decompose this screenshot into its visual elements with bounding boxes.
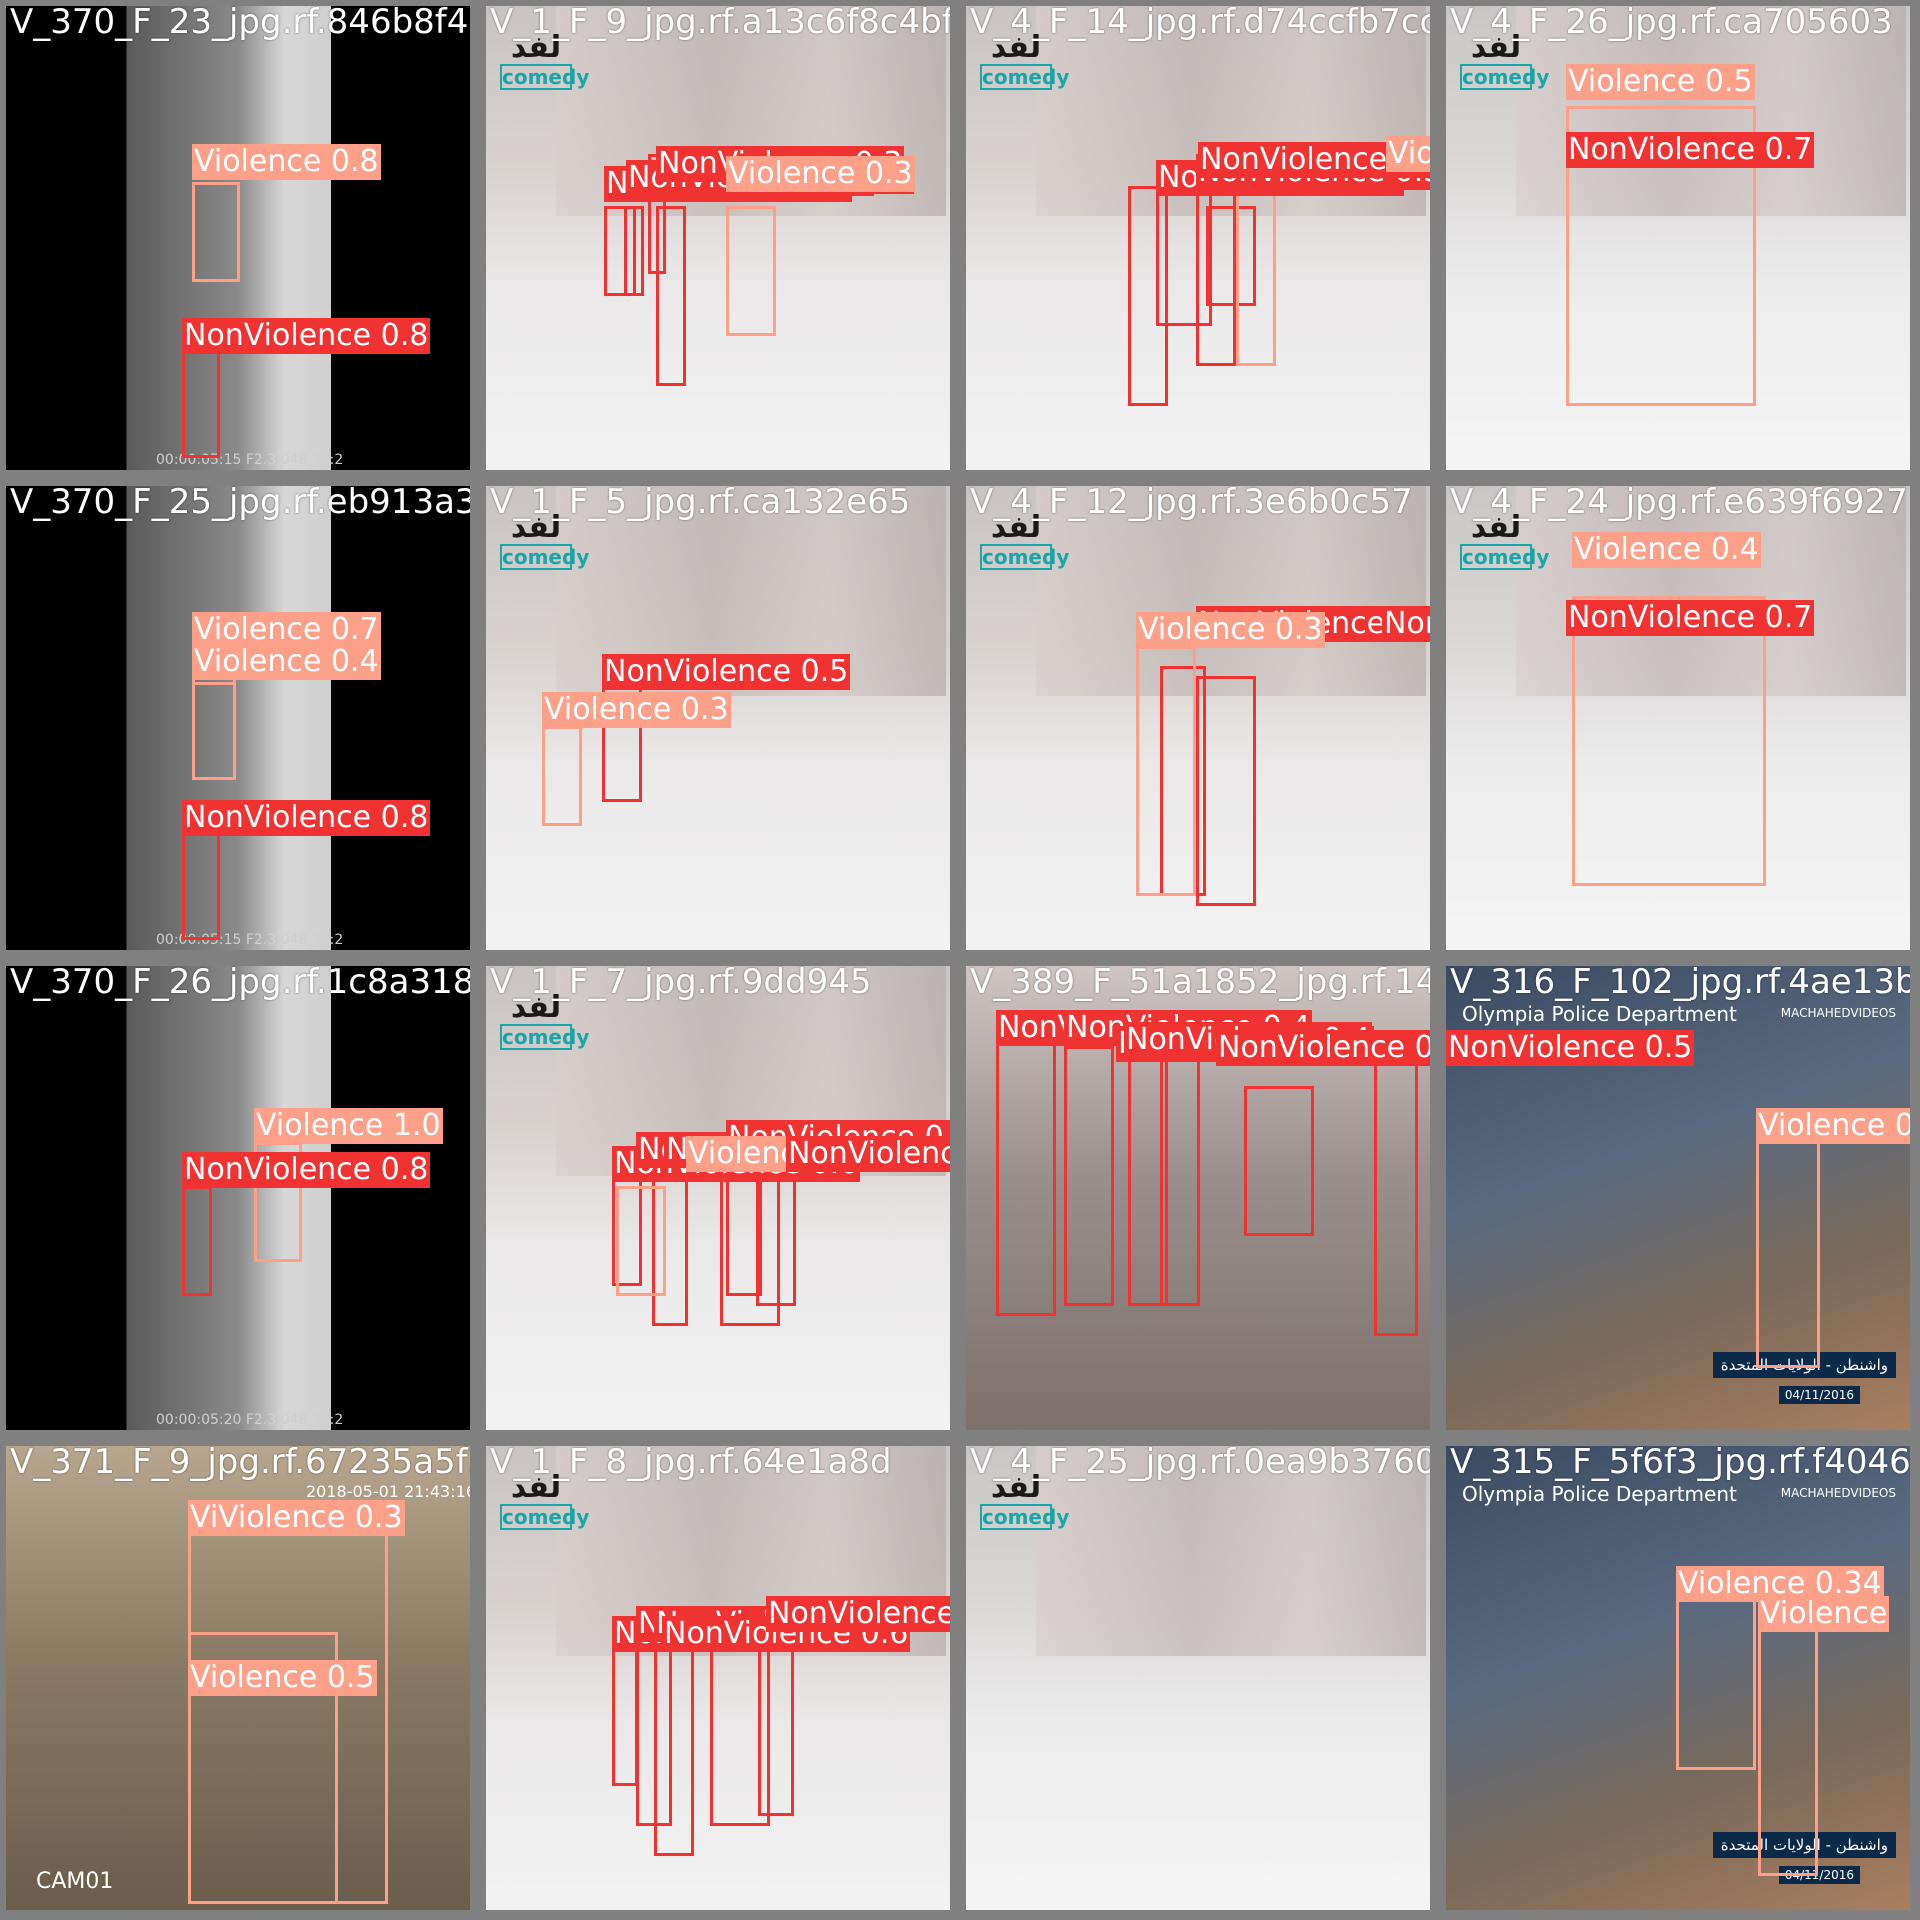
bounding-box xyxy=(1374,1046,1418,1336)
filename-label: V_4_F_25_jpg.rf.0ea9b3760 xyxy=(970,1446,1430,1482)
detection-tile: لفدcomedyNonViolence 0.4NonViolence 0.3N… xyxy=(486,6,950,470)
bounding-box xyxy=(1756,1128,1820,1368)
bounding-box xyxy=(1244,1086,1314,1236)
filename-label: V_315_F_5f6f3_jpg.rf.f4046714 xyxy=(1450,1446,1910,1482)
news-date: 04/11/2016 xyxy=(1778,1386,1860,1404)
detection-label: NonViolence 0.7 xyxy=(1566,132,1815,168)
filename-label: V_1_F_7_jpg.rf.9dd945 xyxy=(490,966,872,1002)
bounding-box xyxy=(1128,186,1168,406)
detection-tile: 00:00:05:15 F2.3 048 15:2 Violence 0.7 Vio… xyxy=(6,486,470,950)
detection-label: NonViolence 0.7 xyxy=(766,1596,950,1632)
bounding-box xyxy=(192,682,236,780)
detection-label: NonViolence 0.8 xyxy=(182,318,431,354)
filename-label: V_1_F_8_jpg.rf.64e1a8d xyxy=(490,1446,892,1482)
detection-label: NonViolence 0.8 xyxy=(182,800,431,836)
filename-label: V_1_F_9_jpg.rf.a13c6f8c4bf7a xyxy=(490,6,950,42)
bounding-box xyxy=(1676,1586,1756,1770)
source-label: Olympia Police Department xyxy=(1462,1002,1737,1026)
source-label: Olympia Police Department xyxy=(1462,1482,1737,1506)
timestamp-overlay: 2018-05-01 21:43:16 xyxy=(306,1482,470,1501)
detection-tile: لفدcomedyNonViolence 0.3NonViolence 0.3V… xyxy=(966,486,1430,950)
detection-label: Violence xyxy=(1758,1596,1890,1632)
detection-tile: لفدcomedyNonViolence 0.6NonViolence 0.7N… xyxy=(486,966,950,1430)
bounding-box xyxy=(1758,1616,1818,1876)
filename-label: V_370_F_25_jpg.rf.eb913a37 xyxy=(10,486,470,522)
filename-label: V_371_F_9_jpg.rf.67235a5f3b xyxy=(10,1446,470,1482)
detection-tile: 00:00:05:15 F2.3 048 15:2 Violence 0.8 Non… xyxy=(6,6,470,470)
bounding-box xyxy=(182,830,220,940)
bounding-box xyxy=(542,726,582,826)
bounding-box xyxy=(996,1026,1056,1316)
detection-label: Violence 0 xyxy=(1756,1108,1910,1144)
bounding-box xyxy=(1160,1046,1200,1306)
detection-tile: لفد comedy NonViolence 0.7 Violence 0.5 V_4_… xyxy=(1446,6,1910,470)
detection-tile: Olympia Police Department MACHAHEDVIDEOS و… xyxy=(1446,1446,1910,1910)
detection-label: Violence 0.7 xyxy=(192,612,381,648)
bounding-box xyxy=(616,1186,666,1296)
filename-label: V_370_F_26_jpg.rf.1c8a318ca xyxy=(10,966,470,1002)
detection-label: NonViolence 0.7 xyxy=(1566,600,1815,636)
bounding-box xyxy=(182,348,220,458)
detection-label: Violence 0.3 xyxy=(1136,612,1325,648)
detection-label: Violence 0.3 xyxy=(726,156,915,192)
filename-label: V_370_F_23_jpg.rf.846b8f47c xyxy=(10,6,470,42)
detection-tile: لفد comedy NonViolence 0.7 Violence 0.4 V_4_… xyxy=(1446,486,1910,950)
detection-tile: NonViolence 0.4NonViolence 0.4NonViolenc… xyxy=(966,966,1430,1430)
filename-label: V_1_F_5_jpg.rf.ca132e65 xyxy=(490,486,911,522)
filename-label: V_389_F_51a1852_jpg.rf.14d5992 xyxy=(970,966,1430,1002)
detection-label: Violence 0.4 xyxy=(1572,532,1761,568)
detection-label: Violence 0.4 xyxy=(192,644,381,680)
detection-label: NonViolence 0.3 xyxy=(1382,606,1430,642)
detection-label: Violence 0.5 xyxy=(1566,64,1755,100)
detection-tile: لفدcomedyNonViolence 0.3NonViolence 0.3N… xyxy=(966,6,1430,470)
bounding-box xyxy=(1064,1046,1114,1306)
detection-label: Violence 0.5 xyxy=(1386,136,1430,172)
bounding-box xyxy=(756,1176,796,1306)
detection-label: Violence 0.3 xyxy=(542,692,731,728)
timestamp-overlay: 00:00:05:20 F2.3 048 15:2 xyxy=(156,1412,344,1428)
filename-label: V_4_F_14_jpg.rf.d74ccfb7cc94 xyxy=(970,6,1430,42)
bounding-box xyxy=(192,182,240,282)
bounding-box xyxy=(1136,646,1196,896)
detection-label: Violence 1.0 xyxy=(254,1108,443,1144)
scene-image xyxy=(6,486,470,950)
detection-tile: لفد comedy V_4_F_25_jpg.rf.0ea9b3760 xyxy=(966,1446,1430,1910)
brand-watermark: MACHAHEDVIDEOS xyxy=(1780,1006,1896,1020)
bounding-box xyxy=(758,1646,794,1816)
detection-tile: Olympia Police Department MACHAHEDVIDEOS و… xyxy=(1446,966,1910,1430)
detection-label: NonViolence 0.8 xyxy=(182,1152,431,1188)
detection-tile: 00:00:05:20 F2.3 048 15:2 Violence 1.0 Non… xyxy=(6,966,470,1430)
filename-label: V_316_F_102_jpg.rf.4ae13b4 xyxy=(1450,966,1910,1002)
detection-label: Violence 0.3 xyxy=(216,1500,405,1536)
filename-label: V_4_F_24_jpg.rf.e639f6927 xyxy=(1450,486,1908,522)
filename-label: V_4_F_12_jpg.rf.3e6b0c57 xyxy=(970,486,1413,522)
detection-tile: لفد comedy NonViolence 0.5 Violence 0.3 V_1_… xyxy=(486,486,950,950)
bounding-box xyxy=(656,206,686,386)
bounding-box xyxy=(726,206,776,336)
scene-image xyxy=(6,966,470,1430)
detection-label: Violence 0.8 xyxy=(192,144,381,180)
bounding-box xyxy=(612,1646,638,1786)
bounding-box xyxy=(624,206,644,296)
brand-watermark: MACHAHEDVIDEOS xyxy=(1780,1486,1896,1500)
detection-tile: لفدcomedyNonViolence 0.6NonViolence 0.7N… xyxy=(486,1446,950,1910)
detection-label: NonViolence 0.7 xyxy=(786,1136,950,1172)
bounding-box xyxy=(1196,676,1256,906)
bounding-box xyxy=(1236,176,1276,366)
detection-label: Violence 0.5 xyxy=(188,1660,377,1696)
bounding-box xyxy=(654,1646,694,1856)
filename-label: V_4_F_26_jpg.rf.ca705603 xyxy=(1450,6,1893,42)
detection-tile: 2018-05-01 21:43:16 CAM01 Violence 0.3 Viol… xyxy=(6,1446,470,1910)
bounding-box xyxy=(1572,596,1766,886)
detection-label: NonViolence 0.5 xyxy=(602,654,851,690)
detection-label: NonViolence 0.5 xyxy=(1446,1030,1695,1066)
camera-label: CAM01 xyxy=(36,1869,114,1894)
bounding-box xyxy=(182,1186,212,1296)
detection-results-grid: 00:00:05:15 F2.3 048 15:2 Violence 0.8 Non… xyxy=(0,0,1920,1920)
detection-label: NonViolence 0.5 xyxy=(1216,1030,1430,1066)
